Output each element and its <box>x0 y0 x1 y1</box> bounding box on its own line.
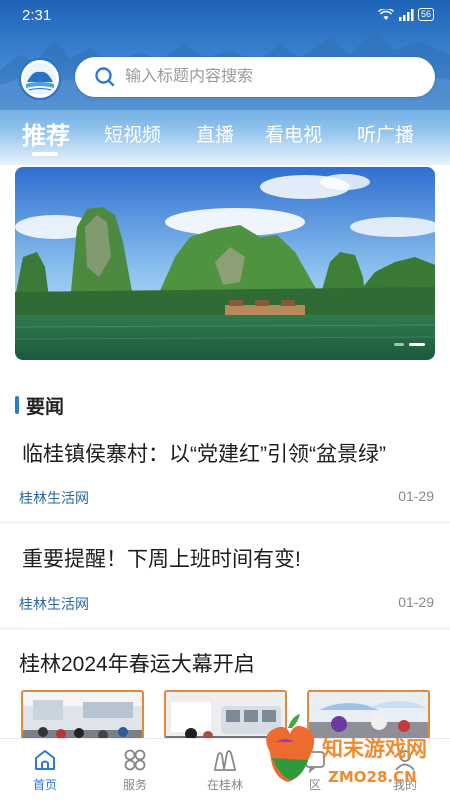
carousel-dots <box>394 343 425 346</box>
news-item[interactable]: 重要提醒！下周上班时间有变! 桂林生活网 01-29 <box>0 523 450 629</box>
tab-watch-tv[interactable]: 看电视 <box>265 120 322 147</box>
search-bar[interactable] <box>75 57 435 97</box>
watermark-text: 知末游戏网 <box>322 737 427 761</box>
watermark-url: ZMO28.CN <box>328 768 417 786</box>
battery-icon: 56 <box>417 8 434 21</box>
status-bar: 2:31 56 <box>0 0 450 32</box>
logo-icon <box>24 63 56 95</box>
home-icon <box>35 750 55 770</box>
watermark-logo: 知末游戏网 ZMO28.CN <box>266 714 427 786</box>
news-date: 01-29 <box>398 488 434 504</box>
signal-icon <box>398 8 414 21</box>
section-title: 要闻 <box>26 396 65 418</box>
tab-recommend[interactable]: 推荐 <box>22 116 70 151</box>
grid-icon <box>124 749 146 771</box>
search-input[interactable] <box>125 68 415 86</box>
nav-label: 服务 <box>122 778 147 792</box>
news-title[interactable]: 临桂镇侯寨村：以“党建红”引领“盆景绿” <box>22 438 386 468</box>
carousel-dot[interactable] <box>394 343 404 346</box>
banner-image <box>15 167 435 360</box>
news-title[interactable]: 桂林2024年春运大幕开启 <box>19 648 255 678</box>
nav-home[interactable]: 首页 <box>0 739 90 800</box>
nav-label: 首页 <box>32 778 57 792</box>
nav-label: 在桂林 <box>206 778 243 792</box>
app-logo[interactable] <box>19 58 61 100</box>
system-icons: 56 <box>378 8 434 21</box>
news-date: 01-29 <box>398 594 434 610</box>
news-item[interactable]: 临桂镇侯寨村：以“党建红”引领“盆景绿” 桂林生活网 01-29 <box>0 425 450 523</box>
header: 2:31 56 推荐 短视频 <box>0 0 450 165</box>
carousel-dot-active[interactable] <box>409 343 425 346</box>
search-icon <box>95 67 115 87</box>
tab-indicator <box>32 152 58 156</box>
tab-live[interactable]: 直播 <box>196 120 234 147</box>
banner-carousel[interactable] <box>15 167 435 360</box>
wifi-icon <box>378 8 394 20</box>
news-source: 桂林生活网 <box>19 596 89 612</box>
section-accent-bar <box>15 396 19 414</box>
channel-tabs: 推荐 短视频 直播 看电视 听广播 <box>0 112 450 156</box>
section-header: 要闻 <box>15 393 65 418</box>
tab-short-video[interactable]: 短视频 <box>104 120 161 147</box>
news-source: 桂林生活网 <box>19 490 89 506</box>
nav-services[interactable]: 服务 <box>90 739 180 800</box>
hills-icon <box>214 750 236 771</box>
status-time: 2:31 <box>22 7 52 24</box>
news-title[interactable]: 重要提醒！下周上班时间有变! <box>22 543 301 573</box>
tab-radio[interactable]: 听广播 <box>357 120 414 147</box>
